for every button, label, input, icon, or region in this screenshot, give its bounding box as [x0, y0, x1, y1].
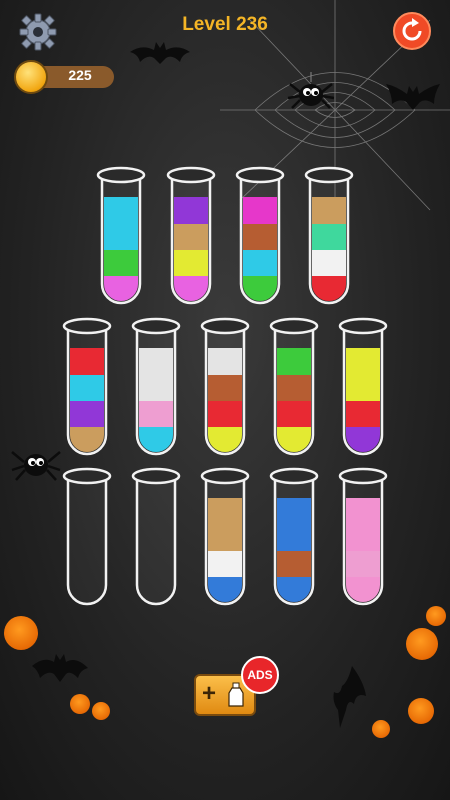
tube-glass [204, 478, 246, 606]
pumpkin-decoration [426, 606, 446, 626]
tube-glass [66, 328, 108, 456]
tube-rim [235, 166, 285, 184]
tube-rim [200, 467, 250, 485]
bat-decoration [386, 84, 440, 110]
bottle-icon [228, 682, 244, 707]
tube-rim [62, 467, 112, 485]
tube-rim [269, 467, 319, 485]
level-title: Level 236 [182, 14, 268, 35]
tube-glass [100, 177, 142, 305]
tube-7[interactable] [200, 316, 250, 461]
tube-glass [135, 478, 177, 606]
spider-decoration [287, 72, 335, 109]
restart-icon [402, 18, 422, 41]
tube-glass [342, 328, 384, 456]
tube-glass [308, 177, 350, 305]
bat-decoration [333, 666, 366, 728]
coin-icon [14, 60, 48, 94]
tube-glass [170, 177, 212, 305]
tube-rim [269, 317, 319, 335]
tube-glass [273, 328, 315, 456]
ads-badge[interactable]: ADS [241, 656, 279, 694]
tube-rim [96, 166, 146, 184]
tube-3[interactable] [235, 165, 285, 310]
tube-rim [166, 166, 216, 184]
tube-1[interactable] [96, 165, 146, 310]
tube-10[interactable] [62, 466, 112, 611]
tube-rim [338, 317, 388, 335]
bat-decoration [32, 654, 88, 682]
tube-8[interactable] [269, 316, 319, 461]
tube-glass [135, 328, 177, 456]
tube-glass [239, 177, 281, 305]
tube-14[interactable] [338, 466, 388, 611]
pumpkin-decoration [70, 694, 90, 714]
tube-6[interactable] [131, 316, 181, 461]
tube-2[interactable] [166, 165, 216, 310]
tube-rim [131, 317, 181, 335]
tube-5[interactable] [62, 316, 112, 461]
tube-11[interactable] [131, 466, 181, 611]
tube-9[interactable] [338, 316, 388, 461]
tube-glass [273, 478, 315, 606]
tube-rim [62, 317, 112, 335]
tube-rim [304, 166, 354, 184]
coin-count: 225 [68, 67, 92, 83]
tube-12[interactable] [200, 466, 250, 611]
plus-icon: + [202, 680, 217, 707]
restart-button[interactable] [393, 12, 431, 50]
pumpkin-decoration [406, 628, 438, 660]
tube-glass [204, 328, 246, 456]
tube-rim [131, 467, 181, 485]
tube-13[interactable] [269, 466, 319, 611]
tube-rim [338, 467, 388, 485]
tube-glass [66, 478, 108, 606]
tube-4[interactable] [304, 165, 354, 310]
bat-decoration [130, 42, 190, 64]
tube-glass [342, 478, 384, 606]
spider-decoration [11, 451, 61, 481]
pumpkin-decoration [92, 702, 110, 720]
pumpkin-decoration [408, 698, 434, 724]
pumpkin-decoration [372, 720, 390, 738]
tube-rim [200, 317, 250, 335]
pumpkin-decoration [4, 616, 38, 650]
